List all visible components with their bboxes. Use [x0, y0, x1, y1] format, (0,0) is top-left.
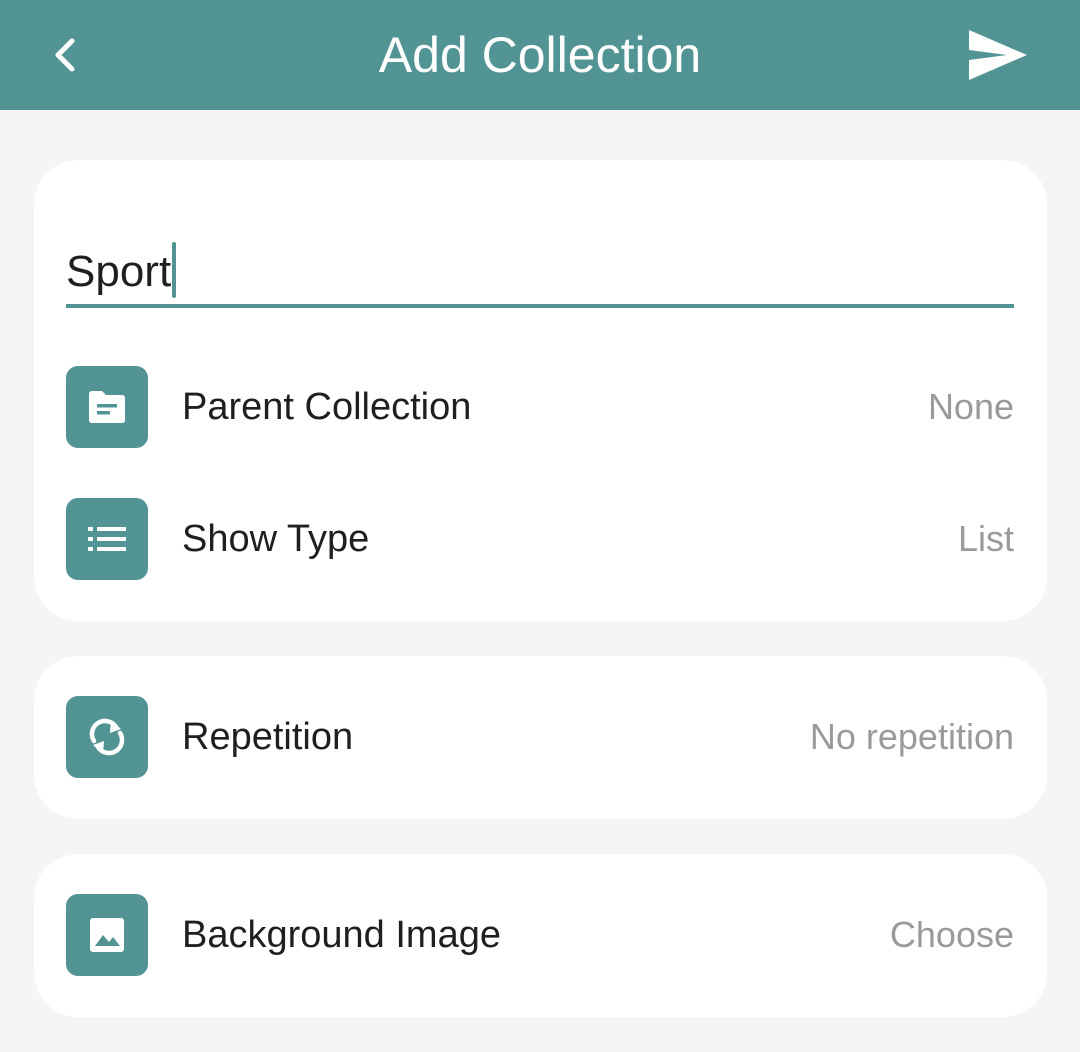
repetition-label: Repetition — [182, 716, 354, 758]
input-underline — [66, 304, 1014, 308]
page-title: Add Collection — [378, 27, 702, 83]
background-image-card: Background Image Choose — [34, 854, 1047, 1017]
repetition-value: No repetition — [809, 716, 1014, 757]
background-image-icon-box — [66, 894, 148, 976]
collection-name-value: Sport — [66, 247, 172, 296]
repetition-row[interactable]: Repetition No repetition — [66, 696, 1014, 778]
show-type-row[interactable]: Show Type List — [66, 498, 1014, 580]
repeat-icon — [89, 718, 125, 756]
app-bar: Add Collection — [0, 0, 1080, 110]
background-image-value: Choose — [889, 914, 1014, 955]
background-image-label: Background Image — [182, 914, 501, 956]
show-type-label: Show Type — [182, 518, 370, 560]
collection-name-input[interactable]: Sport — [66, 242, 177, 298]
collection-details-card: Sport Parent Collection None Show Type L… — [34, 160, 1047, 621]
folder-icon — [89, 391, 125, 423]
parent-collection-row[interactable]: Parent Collection None — [66, 366, 1014, 448]
send-icon — [969, 30, 1027, 80]
send-button[interactable] — [958, 22, 1038, 88]
background-image-row[interactable]: Background Image Choose — [66, 894, 1014, 976]
show-type-icon-box — [66, 498, 148, 580]
text-caret — [172, 242, 177, 298]
image-icon — [90, 918, 124, 952]
collection-name-field[interactable]: Sport — [66, 190, 1014, 312]
parent-collection-label: Parent Collection — [182, 386, 472, 428]
list-icon — [88, 527, 126, 551]
repetition-icon-box — [66, 696, 148, 778]
show-type-value: List — [957, 518, 1014, 559]
parent-collection-icon-box — [66, 366, 148, 448]
repetition-card: Repetition No repetition — [34, 656, 1047, 819]
parent-collection-value: None — [927, 386, 1014, 427]
